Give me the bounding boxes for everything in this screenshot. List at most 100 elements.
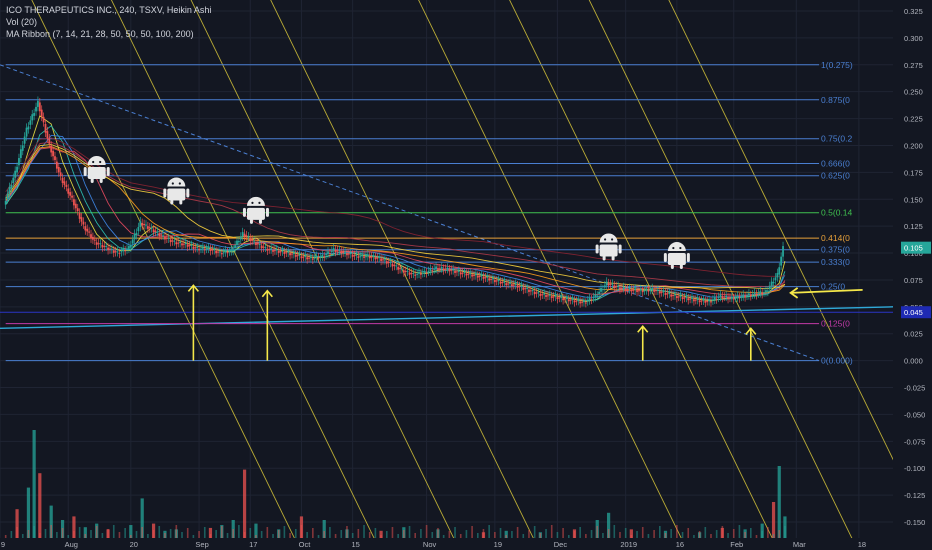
price-tick-label: 0.150 [904, 195, 923, 204]
candle-body [511, 284, 513, 287]
volume-bar [630, 535, 633, 538]
tradingview-chart-window[interactable]: 1(0.275) 0.875(0 0.75(0.2 0.666(0 0.625(0 0.5… [0, 0, 932, 550]
symbol-title[interactable]: ICO THERAPEUTICS INC., 240, TSXV, Heikin… [6, 4, 211, 16]
candle-body [639, 289, 642, 291]
volume-bar [209, 534, 212, 538]
candle-body [124, 250, 127, 252]
volume-bar [664, 533, 667, 538]
candle-body [528, 289, 530, 292]
robot-eye [611, 238, 614, 241]
volume-bar [329, 527, 331, 538]
robot-arm [83, 166, 87, 176]
candle-body [736, 295, 739, 298]
robot-eye [258, 201, 261, 204]
candle-body [410, 273, 413, 275]
price-tick-label: 0.200 [904, 141, 923, 150]
candle-body [636, 290, 638, 292]
candle-body [651, 288, 654, 290]
volume-bar [613, 525, 616, 538]
candle-body [321, 254, 324, 257]
robot-body [167, 188, 186, 201]
ma-ribbon-indicator-label[interactable]: MA Ribbon (7, 14, 21, 28, 50, 50, 50, 10… [6, 28, 211, 40]
candle-body [42, 116, 45, 123]
robot-eye [679, 246, 682, 250]
robot-leg [602, 255, 606, 261]
volume-indicator-label[interactable]: Vol (20) [6, 16, 211, 28]
candle-body [27, 126, 30, 130]
volume-bar [471, 526, 473, 538]
volume-bar [494, 532, 496, 538]
candle-body [154, 230, 157, 232]
price-tick-label: 0.250 [904, 88, 923, 97]
time-tick-label: Oct [299, 540, 312, 549]
time-tick-label: Aug [65, 540, 78, 549]
candle-body [717, 296, 720, 298]
candle-body [471, 274, 473, 277]
volume-bar [346, 526, 348, 538]
time-tick-label: Nov [423, 540, 437, 549]
candle-body [258, 243, 261, 245]
robot-leg [249, 218, 253, 224]
candle-body [393, 264, 396, 266]
candle-body [378, 256, 381, 259]
candle-body [573, 300, 576, 303]
volume-bar [771, 502, 776, 538]
volume-bar [238, 525, 240, 538]
volume-bar [306, 532, 308, 538]
volume-bar [431, 532, 434, 538]
robot-arm [242, 207, 246, 217]
price-tick-label: -0.025 [904, 384, 925, 393]
chart-canvas[interactable]: 1(0.275) 0.875(0 0.75(0.2 0.666(0 0.625(0 0.5… [0, 0, 932, 550]
candle-body [323, 256, 326, 258]
candle-body [391, 263, 394, 267]
volume-bar [602, 533, 604, 538]
volume-bar [533, 526, 536, 538]
candle-body [107, 247, 109, 251]
volume-bar [522, 534, 525, 538]
candle-body [691, 297, 693, 299]
candle-body [10, 184, 13, 189]
candle-body [478, 276, 481, 278]
candle-body [626, 288, 629, 290]
candle-body [482, 276, 485, 279]
robot-eye [171, 182, 174, 185]
volume-bar [374, 528, 377, 538]
candle-body [423, 270, 426, 273]
candle-body [366, 254, 369, 257]
candle-body [372, 255, 375, 257]
candle-body [374, 257, 377, 260]
volume-bar [243, 532, 246, 538]
volume-bar [596, 526, 599, 538]
candle-body [749, 295, 752, 297]
candle-body [693, 299, 695, 302]
candle-body [603, 285, 606, 288]
volume-bar [181, 532, 183, 538]
candle-body [330, 250, 333, 252]
candle-body [186, 244, 189, 247]
volume-bar [152, 530, 155, 538]
candle-body [598, 291, 601, 294]
volume-bar [300, 525, 303, 538]
volume-bar [141, 527, 143, 538]
candle-body [4, 200, 7, 205]
volume-bar [750, 528, 752, 538]
candle-body [46, 131, 49, 139]
candle-body [552, 296, 555, 298]
volume-bar [50, 525, 52, 538]
candle-body [704, 300, 707, 303]
candle-body [763, 292, 765, 294]
robot-eye [604, 238, 607, 241]
candle-body [518, 286, 521, 288]
candle-body [399, 268, 401, 270]
candle-body [569, 299, 572, 301]
time-tick-label: Dec [554, 540, 568, 549]
candle-body [577, 299, 580, 302]
price-tick-label: 0.000 [904, 357, 923, 366]
volume-bar [203, 527, 206, 538]
volume-bar [90, 530, 92, 538]
candle-body [620, 287, 623, 289]
candle-body [522, 287, 525, 290]
price-tick-label: 0.125 [904, 222, 923, 231]
candle-body [649, 289, 652, 291]
volume-bar [164, 533, 166, 538]
